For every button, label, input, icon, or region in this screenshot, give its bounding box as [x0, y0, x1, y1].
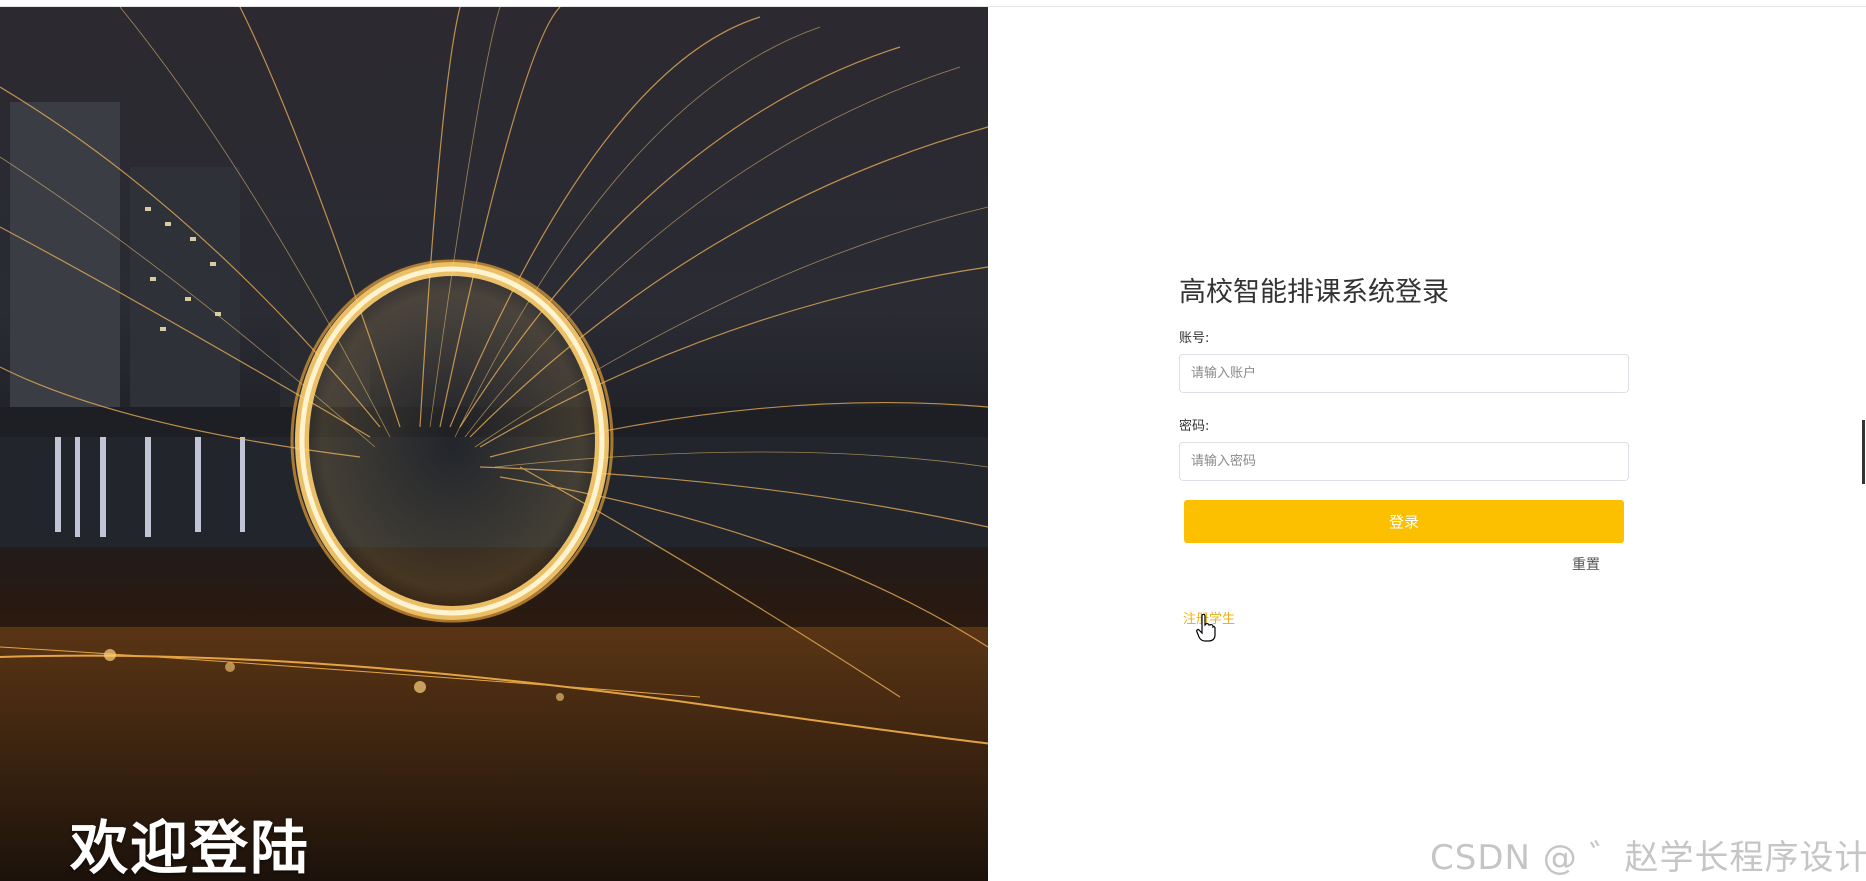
login-form: 高校智能排课系统登录 账号: 密码: 登录 重置 注册学生: [1179, 270, 1629, 627]
password-input[interactable]: [1179, 442, 1629, 481]
login-button[interactable]: 登录: [1184, 500, 1624, 543]
password-label: 密码:: [1179, 419, 1210, 434]
login-title: 高校智能排课系统登录: [1179, 277, 1449, 308]
reset-button[interactable]: 重置: [1572, 554, 1600, 574]
steel-wool-photo: [0, 7, 988, 881]
scrollbar-edge: [1862, 420, 1865, 484]
account-input[interactable]: [1179, 354, 1629, 393]
hand-pointer-icon: [1196, 614, 1216, 642]
login-page: 欢迎登陆 高校智能排课系统登录 账号: 密码: 登录 重置 注册学生 CSDN …: [0, 0, 1866, 881]
hero-image: 欢迎登陆: [0, 7, 988, 881]
watermark-text: CSDN @ ゛赵学长程序设计: [1430, 838, 1866, 878]
account-label: 账号:: [1179, 331, 1210, 346]
password-field-group: 密码:: [1179, 415, 1629, 481]
welcome-heading: 欢迎登陆: [70, 814, 311, 881]
account-field-group: 账号:: [1179, 327, 1629, 393]
